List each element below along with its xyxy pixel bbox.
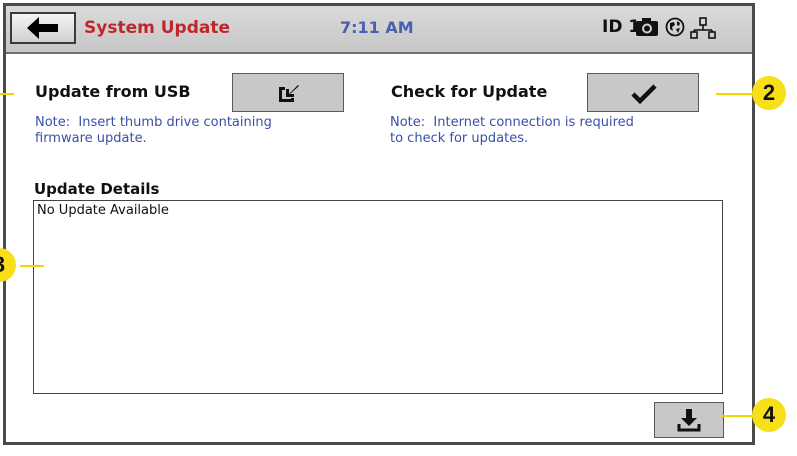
update-details-label: Update Details xyxy=(34,180,160,198)
check-update-label: Check for Update xyxy=(391,82,548,101)
usb-update-label: Update from USB xyxy=(35,82,191,101)
globe-icon xyxy=(665,17,685,37)
import-icon xyxy=(279,85,299,102)
callout-line-4 xyxy=(722,415,756,417)
clock: 7:11 AM xyxy=(340,18,414,37)
header-bar: System Update 7:11 AM ID 1 xyxy=(6,6,752,54)
usb-update-button[interactable] xyxy=(232,73,344,112)
checkmark-icon xyxy=(631,84,657,104)
update-details-text: No Update Available xyxy=(37,203,169,218)
download-button[interactable] xyxy=(654,402,724,438)
check-update-button[interactable] xyxy=(587,73,699,112)
device-frame: System Update 7:11 AM ID 1 Update from U… xyxy=(0,0,797,456)
callout-2: 2 xyxy=(752,76,786,110)
update-details-box: No Update Available xyxy=(33,200,723,394)
back-button[interactable] xyxy=(10,12,76,44)
check-update-note: Note: Internet connection is required to… xyxy=(390,115,634,146)
usb-update-note: Note: Insert thumb drive containing firm… xyxy=(35,115,272,146)
download-icon xyxy=(677,409,701,432)
callout-4: 4 xyxy=(752,398,786,432)
callout-line-3 xyxy=(20,265,44,267)
screen: System Update 7:11 AM ID 1 Update from U… xyxy=(3,3,755,445)
callout-line-2 xyxy=(716,93,754,95)
callout-line-1 xyxy=(0,93,14,95)
page-title: System Update xyxy=(84,18,231,38)
camera-icon xyxy=(636,18,658,36)
arrow-left-icon xyxy=(27,17,58,39)
network-icon xyxy=(690,17,716,39)
